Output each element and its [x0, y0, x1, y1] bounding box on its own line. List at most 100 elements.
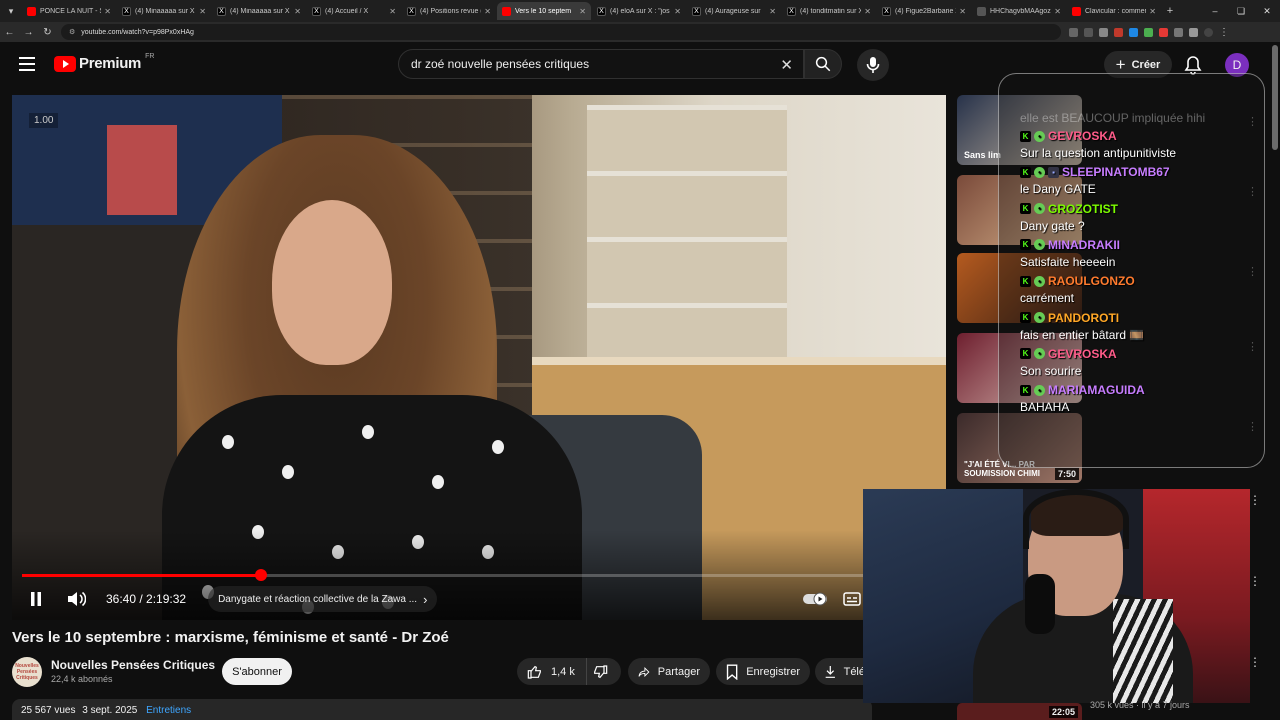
tab-title: (4) Minaaaaa sur X : "s — [135, 7, 196, 15]
pause-button[interactable] — [20, 584, 52, 614]
playback-speed-badge: 1.00 — [29, 113, 59, 128]
channel-name[interactable]: Nouvelles Pensées Critiques — [51, 658, 215, 672]
chat-username[interactable]: K • GEVROSKA — [1020, 129, 1117, 143]
recommendation-thumbnail[interactable]: 22:05 — [957, 703, 1082, 720]
chat-username[interactable]: K • PANDOROTI — [1020, 311, 1119, 325]
search-input[interactable]: dr zoé nouvelle pensées critiques ✕ — [398, 49, 804, 79]
close-tab-icon[interactable]: ✕ — [199, 7, 206, 16]
close-tab-icon[interactable]: ✕ — [484, 7, 491, 16]
channel-avatar[interactable]: Nouvelles Pensées Critiques — [12, 657, 42, 687]
progress-bar-played — [22, 574, 262, 577]
more-actions-icon[interactable]: ⋮ — [1249, 655, 1261, 669]
autoplay-toggle[interactable] — [796, 584, 834, 614]
extension-blue-icon[interactable] — [1129, 27, 1138, 37]
subscribe-button[interactable]: S'abonner — [222, 658, 292, 685]
chrome-menu-icon[interactable]: ⋮ — [1219, 27, 1229, 38]
maximize-icon[interactable]: ❏ — [1228, 6, 1254, 17]
progress-bar[interactable] — [22, 569, 936, 581]
hamburger-menu-icon[interactable] — [19, 57, 35, 71]
like-button[interactable]: 1,4 k — [517, 658, 587, 685]
profile-icon[interactable] — [1204, 27, 1213, 37]
subscriber-badge-icon: • — [1034, 203, 1045, 215]
close-tab-icon[interactable]: ✕ — [959, 7, 966, 16]
time-display: 36:40 / 2:19:32 — [106, 592, 187, 606]
share-button[interactable]: Partager — [628, 658, 710, 685]
forward-icon[interactable]: → — [19, 27, 38, 38]
browser-tab[interactable]: X (4) Positions revue (@✕ — [402, 2, 496, 20]
chapter-button[interactable]: Danygate et réaction collective de la Za… — [208, 586, 438, 612]
close-tab-icon[interactable]: ✕ — [294, 7, 301, 16]
volume-button[interactable] — [60, 584, 92, 614]
subscriber-badge-icon: • — [1034, 312, 1045, 323]
browser-tab[interactable]: X (4) Minaaaaa sur X : "s✕ — [117, 2, 211, 20]
chat-username[interactable]: K • ▪ SLEEPINATOMB67 — [1020, 165, 1170, 179]
kick-badge-icon: K — [1020, 312, 1031, 323]
save-button[interactable]: Enregistrer — [716, 658, 810, 685]
subscriber-badge-icon: • — [1034, 348, 1045, 360]
cast-icon[interactable] — [1069, 27, 1078, 37]
search-query-text: dr zoé nouvelle pensées critiques — [411, 57, 590, 71]
browser-tab[interactable]: X (4) Aurageuse sur ✕ — [687, 2, 781, 20]
x-favicon-icon: X — [882, 6, 891, 16]
sidepanel-icon[interactable] — [1189, 27, 1198, 37]
new-tab-button[interactable]: + — [1162, 5, 1178, 17]
browser-tab[interactable]: X (4) Minaaaaa sur X : "c✕ — [212, 2, 306, 20]
more-actions-icon[interactable]: ⋮ — [1249, 493, 1261, 507]
close-window-icon[interactable]: ✕ — [1254, 6, 1280, 17]
webcam-jacket-stripes — [1113, 599, 1173, 703]
browser-tab-strip: ▾ PONCE LA NUIT - SAF✕X(4) Minaaaaa sur … — [0, 0, 1280, 22]
recommendation-meta: 305 k vues · il y a 7 jours — [1090, 700, 1190, 710]
tab-title: (4) tonditmatin sur X : " — [800, 7, 862, 15]
bookmark-star-icon[interactable] — [1099, 27, 1108, 37]
extension-green-icon[interactable] — [1144, 27, 1153, 37]
description-box[interactable]: 25 567 vues 3 sept. 2025 Entretiens — [12, 699, 872, 720]
video-tag-link[interactable]: Entretiens — [146, 705, 191, 716]
chat-username[interactable]: K • GROZOTIST — [1020, 202, 1118, 216]
extensions-puzzle-icon[interactable] — [1174, 27, 1183, 37]
address-bar[interactable]: ⚙ youtube.com/watch?v=p98Px0xHAg — [61, 24, 1061, 40]
video-player[interactable]: 1.00 36:40 / 2:19:32 Danygate et réactio… — [12, 95, 946, 620]
chat-username[interactable]: K • MINADRAKII — [1020, 238, 1120, 252]
reload-icon[interactable]: ↻ — [38, 27, 57, 38]
browser-tab[interactable]: X (4) eloA sur X : "jos re ✕ — [592, 2, 686, 20]
browser-tab[interactable]: PONCE LA NUIT - SAF✕ — [22, 2, 116, 20]
chat-username[interactable]: K • MARIAMAGUIDA — [1020, 383, 1145, 397]
youtube-play-icon — [54, 55, 76, 72]
browser-tab[interactable]: Vers le 10 septem ✕ — [497, 2, 591, 20]
voice-search-button[interactable] — [857, 49, 889, 81]
tab-search-icon[interactable]: ▾ — [0, 0, 22, 22]
extension-red-icon[interactable] — [1114, 27, 1123, 37]
close-tab-icon[interactable]: ✕ — [674, 7, 681, 16]
browser-tab[interactable]: Clavicular : comment ✕ — [1067, 2, 1161, 20]
minimize-icon[interactable]: – — [1202, 6, 1228, 16]
page-scrollbar[interactable] — [1272, 45, 1278, 150]
browser-tab[interactable]: X (4) Accueil / X ✕ — [307, 2, 401, 20]
chat-username[interactable]: K • RAOULGONZO — [1020, 274, 1135, 288]
youtube-premium-logo[interactable]: Premium FR — [54, 53, 154, 72]
site-info-icon[interactable]: ⚙ — [69, 28, 75, 36]
browser-tab[interactable]: HHChagvbMAAgozc ✕ — [972, 2, 1066, 20]
dislike-button[interactable] — [587, 658, 621, 685]
extension-stop-icon[interactable] — [1159, 27, 1168, 37]
browser-tab[interactable]: X (4) tonditmatin sur X : "✕ — [782, 2, 876, 20]
close-tab-icon[interactable]: ✕ — [769, 7, 776, 16]
close-tab-icon[interactable]: ✕ — [389, 7, 396, 16]
chat-username-text: GEVROSKA — [1048, 129, 1117, 143]
thumbs-up-icon — [527, 665, 541, 679]
search-button[interactable] — [804, 49, 842, 79]
close-tab-icon[interactable]: ✕ — [864, 7, 871, 16]
chat-message-text: Sur la question antipunitiviste — [1020, 146, 1177, 160]
close-tab-icon[interactable]: ✕ — [579, 7, 586, 16]
clear-search-icon[interactable]: ✕ — [780, 56, 793, 74]
subtitles-icon — [843, 592, 861, 606]
close-tab-icon[interactable]: ✕ — [1054, 7, 1061, 16]
browser-tab[interactable]: X (4) Figue2Barbarie X s✕ — [877, 2, 971, 20]
x-favicon-icon: X — [312, 6, 321, 16]
close-tab-icon[interactable]: ✕ — [1149, 7, 1156, 16]
chat-username[interactable]: K • GEVROSKA — [1020, 347, 1117, 361]
close-tab-icon[interactable]: ✕ — [104, 7, 111, 16]
more-actions-icon[interactable]: ⋮ — [1249, 574, 1261, 588]
back-icon[interactable]: ← — [0, 27, 19, 38]
video-title: Vers le 10 septembre : marxisme, féminis… — [12, 629, 449, 646]
zoom-icon[interactable] — [1084, 27, 1093, 37]
